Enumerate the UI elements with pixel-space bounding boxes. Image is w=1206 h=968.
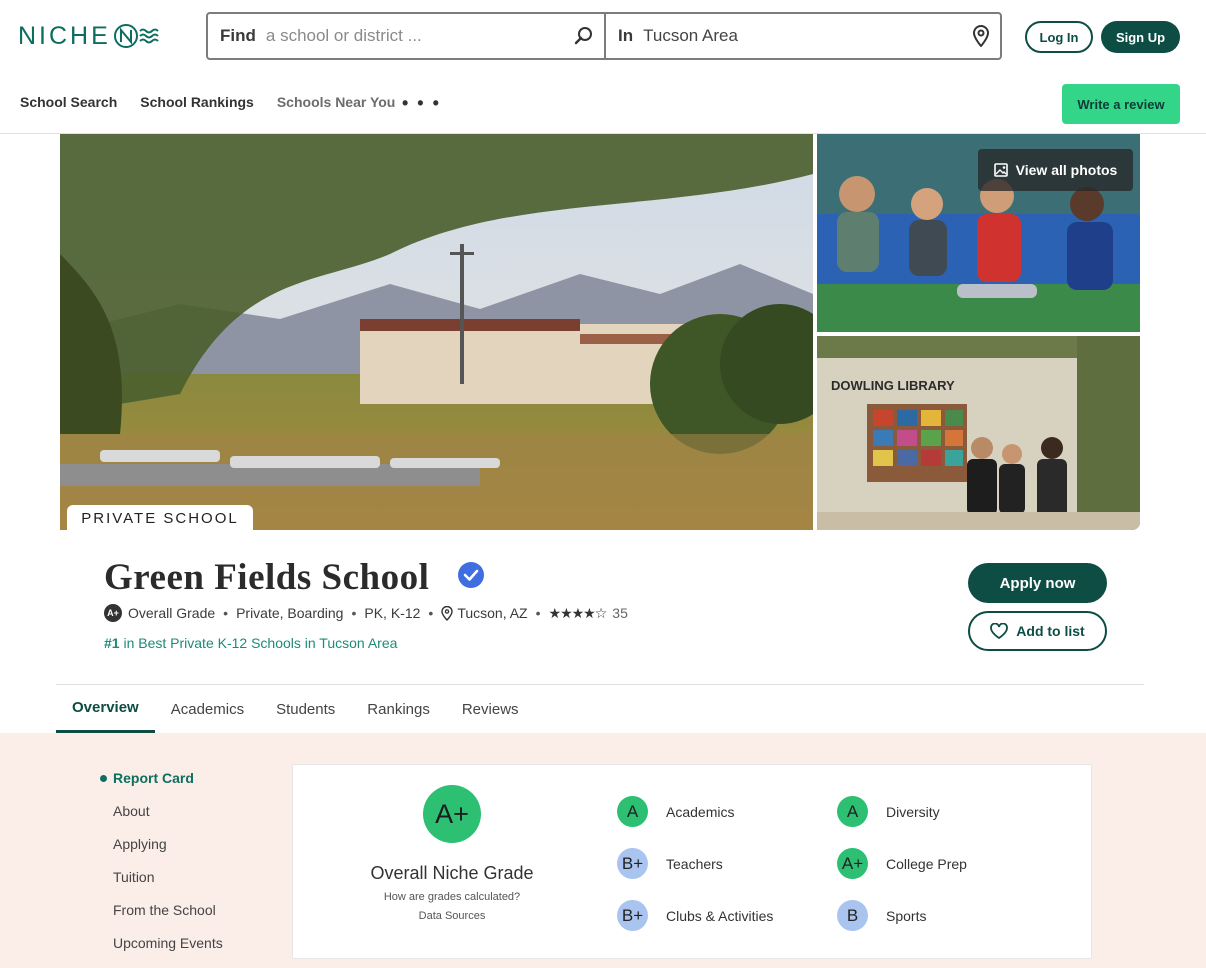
location-pin-icon[interactable] <box>972 25 990 52</box>
grade-bubble: B <box>837 900 868 931</box>
overall-grade-title: Overall Niche Grade <box>370 863 534 883</box>
photo-gallery-icon <box>993 163 1008 177</box>
school-name: Green Fields School <box>104 557 430 598</box>
grade-bubble: A+ <box>837 848 868 879</box>
logo-text: NICHE <box>18 21 111 50</box>
library-photo[interactable]: DOWLING LIBRARY <box>817 336 1140 530</box>
grade-item-diversity[interactable]: A Diversity <box>837 796 940 827</box>
heart-icon <box>990 623 1009 639</box>
grade-label: Clubs & Activities <box>666 907 774 924</box>
grade-item-teachers[interactable]: B+ Teachers <box>617 848 723 879</box>
school-type-badge: PRIVATE SCHOOL <box>67 505 253 532</box>
tab-overview[interactable]: Overview <box>56 685 155 733</box>
location-field: In <box>606 14 1000 58</box>
verified-check-icon <box>457 561 485 594</box>
separator-dot: • <box>428 605 434 621</box>
apply-now-button[interactable]: Apply now <box>968 563 1107 603</box>
side-nav-applying[interactable]: Applying <box>100 836 223 869</box>
grade-bubble: B+ <box>617 848 648 879</box>
separator-dot: • <box>535 605 541 621</box>
add-to-list-button[interactable]: Add to list <box>968 611 1107 651</box>
separator-dot: • <box>351 605 357 621</box>
grade-item-college-prep[interactable]: A+ College Prep <box>837 848 967 879</box>
grade-bubble: B+ <box>617 900 648 931</box>
nav-schools-near-you[interactable]: Schools Near You <box>277 94 396 110</box>
view-all-photos-label: View all photos <box>1015 162 1118 178</box>
signup-button[interactable]: Sign Up <box>1101 21 1180 53</box>
side-nav-tuition[interactable]: Tuition <box>100 869 223 902</box>
site-header: NICHE Find In Log In Sign Up School Sear <box>0 0 1206 134</box>
nav-school-search[interactable]: School Search <box>20 94 117 110</box>
overall-grade-label: Overall Grade <box>128 605 216 621</box>
tab-students[interactable]: Students <box>260 685 351 733</box>
section-side-nav: Report Card About Applying Tuition From … <box>100 770 223 968</box>
side-nav-about[interactable]: About <box>100 803 223 836</box>
school-type: Private, Boarding <box>236 605 344 621</box>
ranking-link[interactable]: #1 in Best Private K-12 Schools in Tucso… <box>104 635 397 651</box>
grades-calculation-link[interactable]: How are grades calculated? <box>293 891 611 903</box>
search-bar: Find In <box>206 12 1002 60</box>
tab-rankings[interactable]: Rankings <box>351 685 446 733</box>
grade-bubble: A <box>837 796 868 827</box>
grade-item-academics[interactable]: A Academics <box>617 796 734 827</box>
profile-tabs: Overview Academics Students Rankings Rev… <box>56 685 535 733</box>
search-icon[interactable] <box>574 26 594 51</box>
review-count[interactable]: 35 <box>612 605 628 621</box>
side-nav-upcoming-events[interactable]: Upcoming Events <box>100 935 223 968</box>
main-campus-photo[interactable] <box>60 134 813 530</box>
side-nav-from-the-school[interactable]: From the School <box>100 902 223 935</box>
find-label: Find <box>220 26 256 45</box>
grade-label: College Prep <box>886 855 967 872</box>
grade-item-sports[interactable]: B Sports <box>837 900 926 931</box>
location-pin-icon <box>441 605 454 621</box>
star-rating-icon[interactable]: ★★★★☆ <box>549 605 608 622</box>
grade-label: Diversity <box>886 803 940 820</box>
library-sign-text: DOWLING LIBRARY <box>831 378 955 393</box>
tab-reviews[interactable]: Reviews <box>446 685 535 733</box>
rank-text: in Best Private K-12 Schools in Tucson A… <box>123 635 398 651</box>
school-search-input[interactable] <box>265 26 556 46</box>
grade-label: Teachers <box>666 855 723 872</box>
separator-dot: • <box>223 605 229 621</box>
view-all-photos-button[interactable]: View all photos <box>978 149 1133 191</box>
in-label: In <box>618 26 634 45</box>
rank-number: #1 <box>104 635 120 651</box>
more-menu-icon[interactable]: • • • <box>402 94 441 112</box>
report-card: A+ Overall Niche Grade How are grades ca… <box>292 764 1092 959</box>
grade-range: PK, K-12 <box>364 605 421 621</box>
niche-logo[interactable]: NICHE <box>18 22 163 50</box>
school-meta: A+ Overall Grade • Private, Boarding • P… <box>104 604 628 622</box>
location-input[interactable] <box>643 26 934 46</box>
grade-label: Academics <box>666 803 735 820</box>
grade-label: Sports <box>886 907 927 924</box>
nav-school-rankings[interactable]: School Rankings <box>140 94 254 110</box>
grade-bubble: A <box>617 796 648 827</box>
data-sources-link[interactable]: Data Sources <box>293 910 611 922</box>
tab-academics[interactable]: Academics <box>155 685 260 733</box>
logo-mark-icon <box>113 24 159 48</box>
main-nav: School Search School Rankings Schools Ne… <box>20 94 395 110</box>
side-nav-report-card[interactable]: Report Card <box>100 770 223 803</box>
grade-item-clubs-activities[interactable]: B+ Clubs & Activities <box>617 900 773 931</box>
overall-grade-badge: A+ <box>423 785 481 843</box>
find-field: Find <box>208 14 606 58</box>
write-review-button[interactable]: Write a review <box>1062 84 1180 124</box>
login-button[interactable]: Log In <box>1025 21 1093 53</box>
school-location[interactable]: Tucson, AZ <box>457 605 527 621</box>
add-to-list-label: Add to list <box>1016 623 1085 639</box>
overall-grade-mini-badge: A+ <box>104 604 122 622</box>
